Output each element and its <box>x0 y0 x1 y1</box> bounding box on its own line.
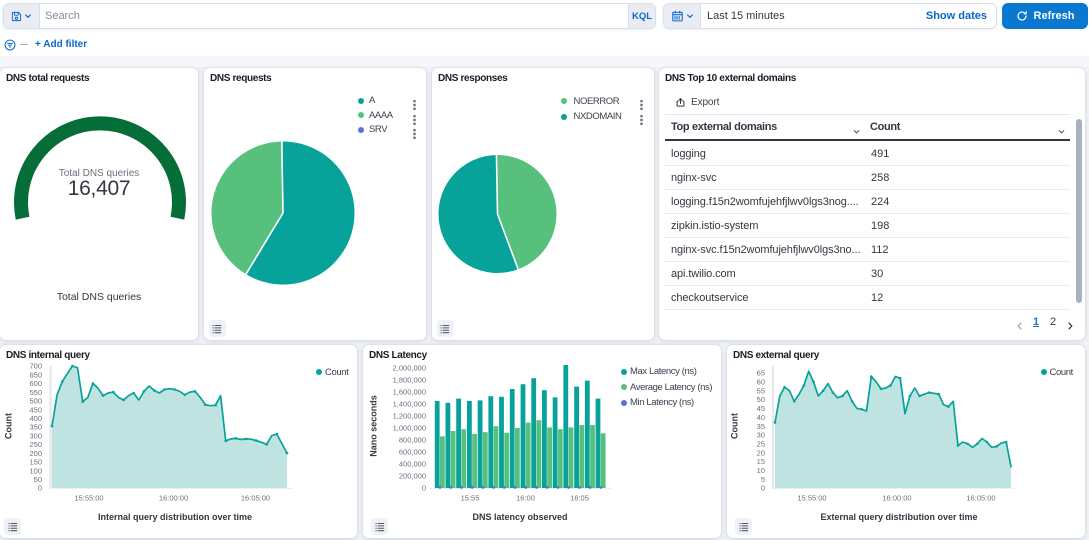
svg-text:50: 50 <box>757 395 765 404</box>
svg-text:350: 350 <box>29 423 42 432</box>
svg-text:65: 65 <box>757 369 765 378</box>
svg-text:300: 300 <box>29 431 42 440</box>
svg-text:0: 0 <box>422 484 426 493</box>
svg-text:1,400,000: 1,400,000 <box>393 400 426 409</box>
svg-text:External query distribution ov: External query distribution over time <box>820 512 977 522</box>
svg-text:15:55: 15:55 <box>461 494 480 503</box>
svg-text:40: 40 <box>757 413 765 422</box>
svg-text:Count: Count <box>4 413 14 439</box>
svg-text:200,000: 200,000 <box>399 472 426 481</box>
svg-text:5: 5 <box>761 475 765 484</box>
svg-text:45: 45 <box>757 404 765 413</box>
svg-text:1,000,000: 1,000,000 <box>393 424 426 433</box>
svg-text:15:55:00: 15:55:00 <box>74 494 103 503</box>
svg-text:150: 150 <box>29 458 42 467</box>
svg-text:0: 0 <box>761 484 765 493</box>
svg-text:60: 60 <box>757 378 765 387</box>
svg-text:15: 15 <box>757 457 765 466</box>
svg-text:10: 10 <box>757 466 765 475</box>
svg-text:55: 55 <box>757 386 765 395</box>
svg-text:1,200,000: 1,200,000 <box>393 412 426 421</box>
svg-text:700: 700 <box>29 362 42 371</box>
svg-text:2,000,000: 2,000,000 <box>393 364 426 373</box>
svg-text:1,800,000: 1,800,000 <box>393 376 426 385</box>
svg-text:20: 20 <box>757 448 765 457</box>
svg-text:200: 200 <box>29 449 42 458</box>
svg-text:DNS latency observed: DNS latency observed <box>472 512 567 522</box>
svg-text:Nano seconds: Nano seconds <box>369 395 379 457</box>
svg-text:16:05:00: 16:05:00 <box>966 494 995 503</box>
svg-text:650: 650 <box>29 370 42 379</box>
svg-text:16:00:00: 16:00:00 <box>159 494 188 503</box>
svg-text:400: 400 <box>29 414 42 423</box>
svg-text:16:00:00: 16:00:00 <box>882 494 911 503</box>
svg-text:800,000: 800,000 <box>399 436 426 445</box>
svg-text:25: 25 <box>757 440 765 449</box>
svg-text:15:55:00: 15:55:00 <box>797 494 826 503</box>
svg-text:16:05: 16:05 <box>570 494 589 503</box>
svg-text:Count: Count <box>730 413 740 439</box>
svg-text:1,600,000: 1,600,000 <box>393 388 426 397</box>
svg-text:550: 550 <box>29 388 42 397</box>
svg-text:100: 100 <box>29 466 42 475</box>
svg-text:400,000: 400,000 <box>399 460 426 469</box>
svg-text:0: 0 <box>38 484 42 493</box>
svg-text:50: 50 <box>34 475 42 484</box>
svg-text:30: 30 <box>757 431 765 440</box>
svg-text:250: 250 <box>29 440 42 449</box>
svg-text:16:00: 16:00 <box>516 494 535 503</box>
svg-text:600,000: 600,000 <box>399 448 426 457</box>
svg-text:16:05:00: 16:05:00 <box>241 494 270 503</box>
svg-text:Internal query distribution ov: Internal query distribution over time <box>98 512 252 522</box>
svg-text:600: 600 <box>29 379 42 388</box>
svg-text:500: 500 <box>29 397 42 406</box>
svg-text:450: 450 <box>29 405 42 414</box>
svg-text:35: 35 <box>757 422 765 431</box>
